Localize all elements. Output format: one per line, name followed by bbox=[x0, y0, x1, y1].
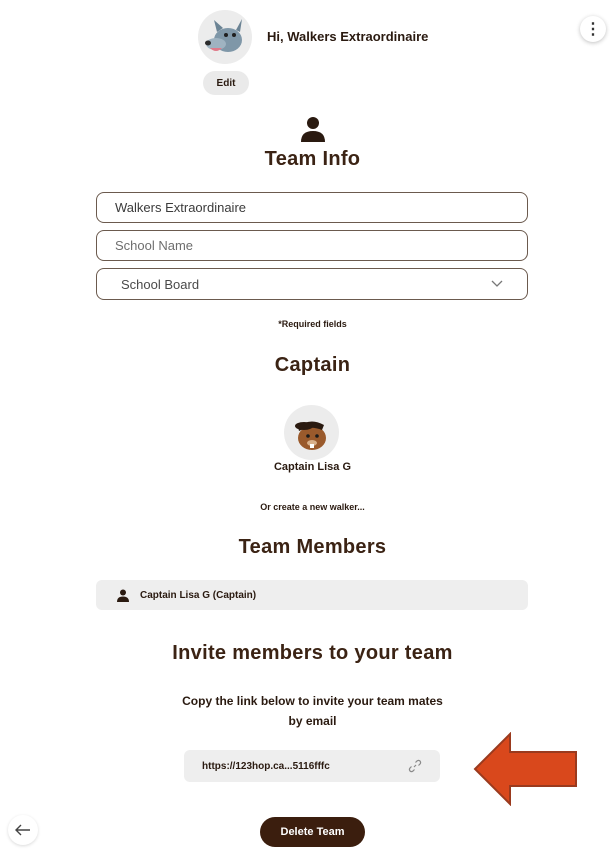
school-name-input[interactable] bbox=[96, 230, 528, 261]
team-members-title: Team Members bbox=[238, 536, 387, 558]
back-button[interactable] bbox=[8, 815, 38, 845]
wolf-avatar-icon bbox=[205, 19, 242, 52]
team-name-input[interactable] bbox=[96, 192, 528, 223]
invite-description: Copy the link below to invite your team … bbox=[182, 694, 443, 728]
greeting-text: Hi, Walkers Extraordinaire bbox=[267, 29, 429, 44]
team-avatar[interactable] bbox=[198, 10, 252, 64]
invite-title: Invite members to your team bbox=[172, 642, 453, 664]
required-fields-note: *Required fields bbox=[278, 319, 347, 329]
person-icon bbox=[301, 117, 325, 142]
create-new-walker-link[interactable]: Or create a new walker... bbox=[0, 502, 610, 512]
edit-avatar-button[interactable]: Edit bbox=[203, 71, 249, 95]
list-item[interactable]: Captain Lisa G (Captain) bbox=[96, 580, 528, 610]
delete-team-button[interactable]: Delete Team bbox=[260, 817, 365, 847]
school-board-selected-label: School Board bbox=[121, 276, 200, 292]
captain-name: Captain Lisa G bbox=[273, 461, 352, 473]
arrow-left-icon bbox=[15, 824, 30, 836]
invite-link-box[interactable]: https://123hop.ca...5116fffc bbox=[184, 750, 440, 782]
member-label: Captain Lisa G (Captain) bbox=[140, 589, 257, 601]
beaver-avatar-icon bbox=[295, 421, 326, 450]
school-board-select[interactable]: School Board bbox=[96, 268, 528, 300]
link-icon[interactable] bbox=[408, 759, 422, 773]
annotation-arrow-icon bbox=[473, 732, 577, 806]
chevron-down-icon bbox=[491, 280, 503, 287]
captain-title: Captain bbox=[274, 354, 351, 376]
person-icon bbox=[117, 589, 129, 602]
captain-avatar[interactable] bbox=[284, 405, 339, 460]
team-info-title: Team Info bbox=[264, 148, 361, 170]
invite-link-text: https://123hop.ca...5116fffc bbox=[202, 760, 330, 772]
kebab-menu-icon[interactable]: ⋮ bbox=[580, 16, 606, 42]
